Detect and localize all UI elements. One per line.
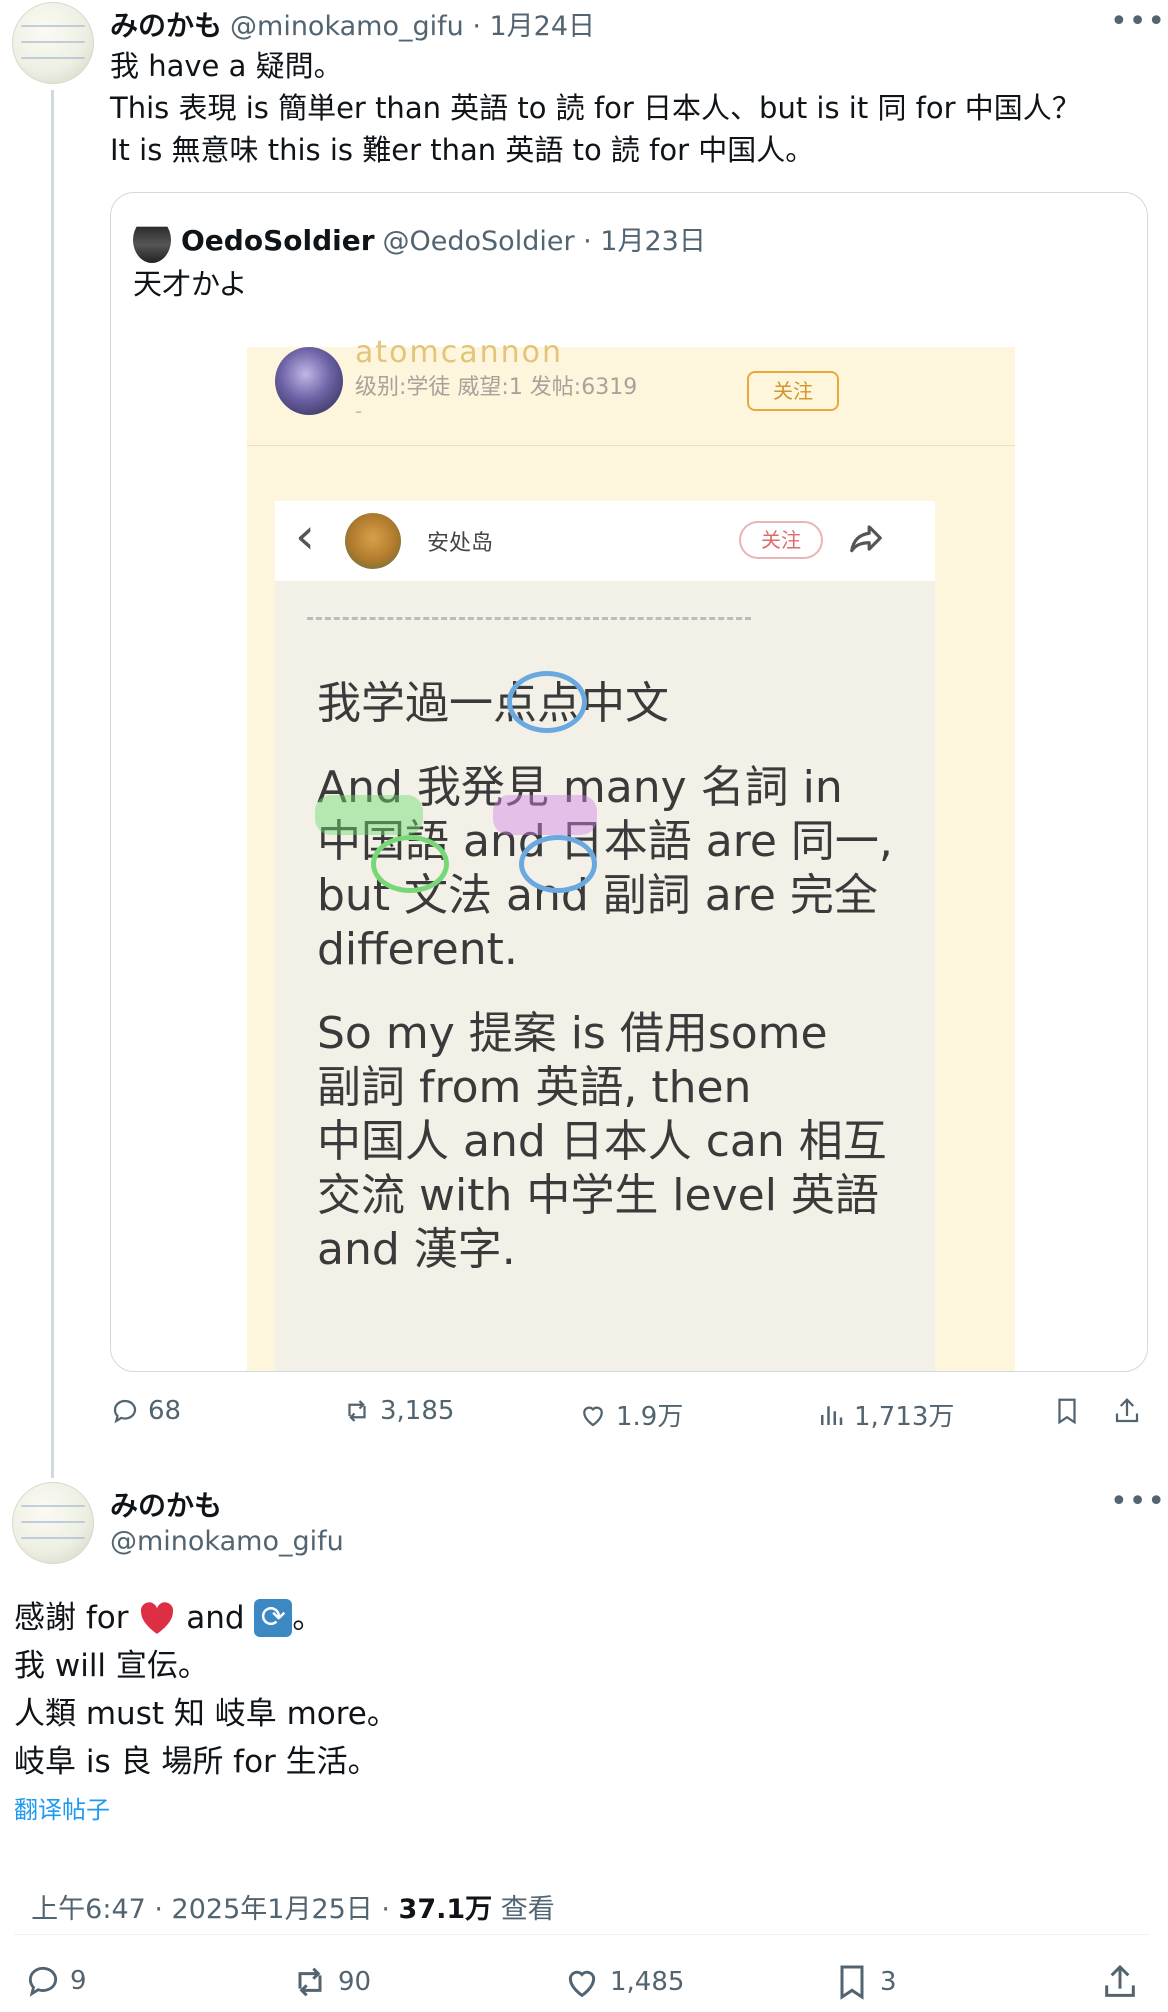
tweet-line: 我 will 宣伝。: [14, 1648, 209, 1684]
repost-count: 90: [338, 1967, 372, 1997]
repost-button[interactable]: 3,185: [342, 1396, 454, 1426]
repeat-emoji: ⟳: [254, 1599, 293, 1637]
quote-handle-and-time: @OedoSoldier · 1月23日: [382, 226, 706, 257]
text-segment: and: [176, 1600, 255, 1636]
hand-line: 交流 with 中学生 level 英語: [317, 1170, 879, 1221]
text-segment: 感謝 for: [14, 1600, 139, 1636]
bookmark-button[interactable]: 3: [832, 1962, 897, 2002]
tweet-line: It is 無意味 this is 難er than 英語 to 読 for 中…: [110, 133, 815, 167]
tweet2-text: 感謝 for and ⟳ 。 我 will 宣伝。 人類 must 知 岐阜 m…: [14, 1594, 398, 1786]
green-highlight: [315, 795, 423, 835]
like-button[interactable]: 1.9万: [578, 1396, 683, 1433]
inner-avatar: [345, 513, 401, 569]
share-button[interactable]: [1100, 1962, 1140, 2002]
quote-text: 天才かよ: [133, 267, 248, 301]
hand-line: So my 提案 is 借用some: [317, 1008, 828, 1059]
views-icon: [821, 1405, 843, 1425]
repost-count: 3,185: [380, 1396, 455, 1426]
share-arrow-icon[interactable]: [847, 519, 885, 561]
tweet1-text: 我 have a 疑問。 This 表現 is 簡単er than 英語 to …: [110, 45, 1150, 171]
quote-display-name[interactable]: OedoSoldier: [181, 224, 375, 257]
views-button[interactable]: 1,713万: [816, 1396, 954, 1433]
repost-icon: [348, 1400, 366, 1422]
tweet-line: 岐阜 is 良 場所 for 生活。: [14, 1744, 379, 1780]
forum-avatar: [275, 347, 343, 415]
share-icon: [1115, 1398, 1139, 1423]
thread-line: [51, 90, 54, 1478]
handwritten-text: 我学過一点点中文 And 我発見 many 名詞 in 中国語 and 日本語 …: [317, 677, 927, 1277]
dashed-rule: [307, 617, 751, 620]
more-icon[interactable]: •••: [1110, 4, 1166, 39]
views-label: 查看: [492, 1894, 555, 1925]
views-count: 1,713万: [854, 1402, 955, 1432]
tweet-line: 我 have a 疑問。: [110, 49, 343, 83]
text-segment: 。: [292, 1600, 324, 1636]
purple-highlight: [493, 795, 597, 835]
hand-line: 副詞 from 英語, then: [317, 1062, 752, 1113]
reply-button[interactable]: 68: [110, 1396, 181, 1426]
hand-line: 中国人 and 日本人 can 相互: [317, 1116, 887, 1167]
translate-link[interactable]: 翻译帖子: [14, 1790, 110, 1825]
hand-line: different.: [317, 924, 518, 975]
display-name[interactable]: みのかも: [110, 4, 222, 44]
forum-user-meta: 级别:学徒 威望:1 发帖:6319: [355, 375, 638, 400]
handle[interactable]: @minokamo_gifu: [110, 1526, 344, 1557]
avatar-minokamo[interactable]: [12, 1482, 94, 1564]
like-count: 1,485: [610, 1967, 685, 1997]
heart-emoji: [141, 1602, 174, 1634]
views-count: 37.1万: [398, 1894, 493, 1925]
tweet-line: 人類 must 知 岐阜 more。: [14, 1696, 398, 1732]
timestamp[interactable]: 上午6:47 · 2025年1月25日 ·: [31, 1894, 398, 1925]
forum-dash: -: [355, 399, 363, 423]
reply-icon: [113, 1399, 137, 1424]
divider: [14, 1934, 1150, 1935]
handle-and-time[interactable]: @minokamo_gifu · 1月24日: [230, 4, 595, 43]
like-count: 1.9万: [616, 1402, 684, 1432]
repost-button[interactable]: 90: [290, 1962, 371, 2002]
forum-username: atomcannon: [355, 335, 563, 370]
forum-follow-button[interactable]: 关注: [747, 371, 839, 411]
like-icon: [583, 1406, 603, 1426]
quote-avatar[interactable]: [133, 217, 171, 263]
like-icon: [568, 1970, 596, 1998]
repost-icon: [298, 1967, 322, 1997]
green-circle-highlight: [371, 835, 449, 893]
quote-header: OedoSoldier @OedoSoldier · 1月23日: [181, 219, 706, 258]
share-icon: [1105, 1964, 1135, 1997]
reply-icon: [28, 1966, 58, 1997]
bookmark-icon: [1058, 1398, 1076, 1425]
quote-card[interactable]: OedoSoldier @OedoSoldier · 1月23日 天才かよ at…: [110, 192, 1148, 1372]
tweet1-header: みのかも @minokamo_gifu · 1月24日: [110, 4, 595, 44]
tweet-line: This 表現 is 簡単er than 英語 to 読 for 日本人、but…: [110, 91, 1081, 125]
divider: [247, 445, 1015, 446]
quote-image[interactable]: atomcannon 级别:学徒 威望:1 发帖:6319 - 关注 ‹ 安处岛…: [247, 335, 1015, 1371]
reply-count: 9: [70, 1966, 87, 1996]
tweet-line: 感謝 for and ⟳ 。: [14, 1594, 398, 1642]
inner-name: 安处岛: [427, 531, 494, 556]
like-button[interactable]: 1,485: [562, 1962, 684, 2002]
hand-line: and 漢字.: [317, 1224, 516, 1275]
blue-circle-highlight: [519, 835, 597, 893]
more-icon[interactable]: •••: [1110, 1484, 1166, 1519]
back-icon[interactable]: ‹: [295, 507, 315, 565]
inner-post: ‹ 安处岛 关注 我学過一点点中文 And 我発見 many 名詞 in 中国語…: [275, 501, 935, 1371]
timestamp-row: 上午6:47 · 2025年1月25日 · 37.1万 查看: [14, 1856, 555, 1926]
share-button[interactable]: [1112, 1396, 1142, 1426]
hand-line: 我学過一点点中文: [317, 678, 669, 729]
avatar-minokamo[interactable]: [12, 2, 94, 84]
bookmark-icon: [840, 1965, 864, 2000]
inner-follow-button[interactable]: 关注: [739, 521, 823, 559]
reply-count: 68: [148, 1396, 182, 1426]
reply-button[interactable]: 9: [24, 1962, 87, 2000]
bookmark-button[interactable]: [1052, 1396, 1082, 1426]
blue-circle-highlight: [507, 671, 587, 733]
display-name[interactable]: みのかも: [110, 1484, 222, 1524]
bookmark-count: 3: [880, 1967, 897, 1997]
